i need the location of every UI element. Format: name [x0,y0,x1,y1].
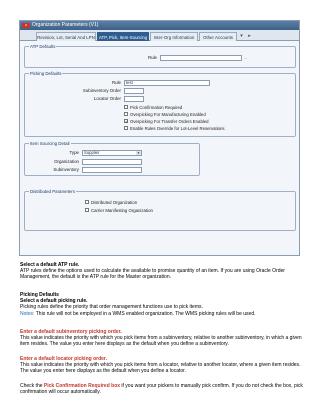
atp-defaults-title: ATP Defaults [29,44,57,49]
chevron-down-icon[interactable]: ▼ [136,151,141,155]
pick-confirmation-checkbox[interactable] [124,105,128,109]
picking-defaults-title: Picking Defaults [29,71,63,76]
item-sourcing-title: Item Sourcing Detail [29,141,71,146]
item-sourcing-group: Item Sourcing Detail Type Supplier ▼ Org… [24,141,200,176]
locator-order-instructions: Enter a default locator picking order. T… [20,356,308,375]
sourcing-subinventory-field[interactable] [82,167,142,173]
overpick-manufacturing-label: Overpicking For Manufacturing Enabled [130,111,206,117]
pick-confirmation-instructions: Check the Pick Confirmation Required box… [20,383,308,395]
oracle-form-screenshot: O Organization Parameters (V1) Revision,… [19,20,300,256]
sourcing-type-select[interactable]: Supplier ▼ [82,150,142,156]
sourcing-organization-label: Organization [54,159,79,164]
distributed-parameters-group: Distributed Parameters Distributed Organ… [24,189,296,231]
tab-strip: Revision, Lot, Serial And LPN ATP, Pick,… [20,30,299,41]
note-text: This rule will not be employed in a WMS … [34,310,256,317]
picking-defaults-group: Picking Defaults Rule test Subinventory … [24,71,296,137]
atp-rule-field[interactable] [160,55,242,61]
rules-override-label: Enable Rules Override for Lot-Level Rese… [130,125,225,131]
subinventory-order-label: Subinventory Order [82,88,121,93]
pick-confirmation-label: Pick Confirmation Required [130,104,183,110]
locator-order-paragraph: This value indicates the priority with w… [20,362,301,375]
picking-rule-instructions: Picking Defaults Select a default pickin… [20,292,308,317]
distributed-org-label: Distributed Organization [91,199,138,205]
note-label: Notes: [20,310,35,317]
tab-more-icon[interactable]: ▾ [238,32,245,40]
pick-confirmation-text-b: Pick Confirmation Required box [43,383,121,389]
sourcing-type-label: Type [69,150,79,155]
sourcing-organization-field[interactable] [82,159,142,165]
tab-revision-lot-serial[interactable]: Revision, Lot, Serial And LPN [36,32,96,41]
tab-scroll-right-icon[interactable]: ▸ [246,32,253,40]
picking-rule-field[interactable]: test [124,80,210,86]
tab-content: ATP Defaults Rule … Picking Defaults Rul… [20,41,299,255]
atp-defaults-group: ATP Defaults Rule … [24,44,296,68]
picking-rule-label: Rule [111,80,121,85]
tab-other-accounts[interactable]: Other Accounts [199,32,237,41]
locator-order-label: Locator Order [93,96,121,101]
carrier-manifesting-label: Carrier Manifesting Organization [91,207,153,213]
sourcing-subinventory-label: Subinventory [53,167,79,172]
oracle-logo-icon: O [22,23,30,28]
atp-rule-paragraph: ATP rules define the options used to cal… [20,268,285,281]
overpick-transfer-checkbox[interactable]: ✓ [124,119,128,124]
atp-rule-lov-icon[interactable]: … [243,55,248,61]
atp-rule-instructions: Select a default ATP rule. ATP rules def… [20,262,308,281]
pick-confirmation-paragraph: Check the Pick Confirmation Required box… [20,383,308,395]
subinventory-order-paragraph: This value indicates the priority with w… [20,335,302,348]
distributed-parameters-title: Distributed Parameters [29,189,76,194]
sourcing-type-value: Supplier [84,150,100,155]
rules-override-checkbox[interactable] [124,126,128,130]
tab-atp-pick-item-sourcing[interactable]: ATP, Pick, Item-Sourcing [97,32,149,41]
atp-rule-label: Rule [147,55,157,60]
tab-inter-org-information[interactable]: Inter-Org Information [150,32,198,41]
overpick-transfer-label: Overpicking For Transfer Orders Enabled [130,118,209,124]
overpick-manufacturing-checkbox[interactable] [124,112,128,116]
distributed-org-checkbox[interactable] [85,200,89,204]
subinventory-order-field[interactable] [124,88,144,94]
window-title: Organization Parameters (V1) [32,22,99,28]
subinventory-order-instructions: Enter a default subinventory picking ord… [20,329,308,348]
pick-confirmation-text-a: Check the [20,383,44,389]
locator-order-field[interactable] [124,96,144,102]
picking-rule-note: Notes: This rule will not be employed in… [20,311,308,317]
window-titlebar: O Organization Parameters (V1) [20,21,299,30]
carrier-manifesting-checkbox[interactable] [85,208,89,212]
